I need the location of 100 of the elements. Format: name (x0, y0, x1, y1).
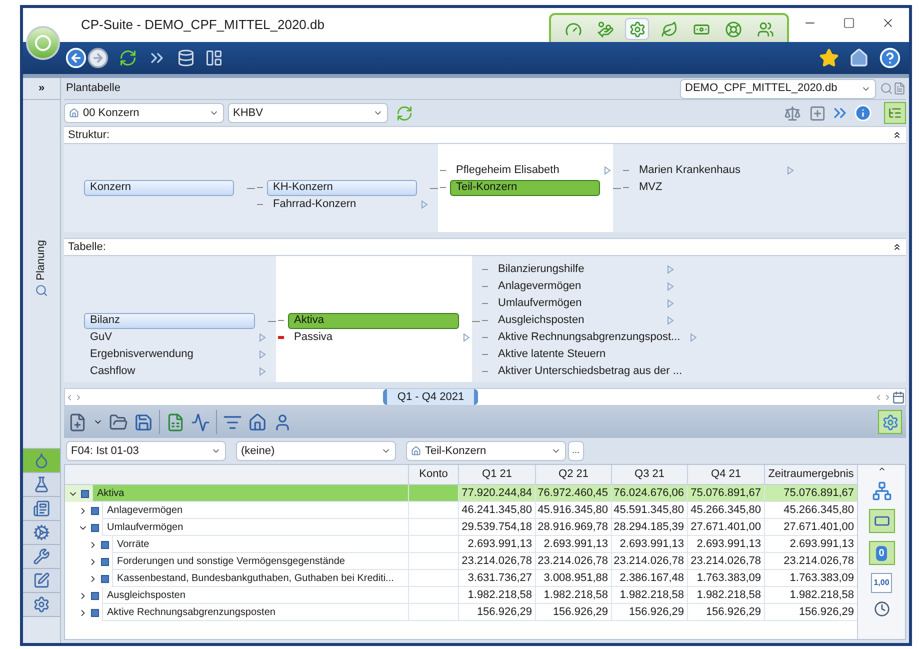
scroll-left-icon[interactable] (874, 392, 883, 402)
tree-node[interactable]: Konzern (84, 180, 234, 196)
settings-button[interactable] (878, 410, 902, 434)
refresh-icon[interactable] (119, 49, 137, 67)
column-header[interactable]: Konto (408, 465, 458, 484)
tree-node[interactable]: GuV (84, 330, 255, 346)
favorite-star-icon[interactable] (819, 48, 839, 68)
value-cell: 27.671.401,00 (687, 519, 764, 536)
plus-icon[interactable] (809, 104, 826, 122)
expand-arrow-icon[interactable] (690, 333, 698, 342)
zero-button[interactable]: 0 (868, 541, 894, 565)
maximize-icon[interactable] (843, 17, 855, 29)
gear-icon[interactable] (625, 18, 649, 40)
calendar-icon[interactable] (892, 390, 905, 404)
decimal-button[interactable]: 1,00 (870, 573, 892, 593)
tree-node[interactable]: Aktive Rechnungsabgrenzungspost... (492, 330, 686, 346)
app-orb-icon[interactable] (26, 26, 60, 60)
expand-arrow-icon[interactable] (421, 200, 428, 209)
document-icon[interactable] (893, 82, 906, 95)
newspaper-icon[interactable] (23, 497, 60, 521)
grid-row[interactable]: Umlaufvermögen 29.539.754,18 28.916.969,78 28.294.185,39 27.671.401,00 27.671.401,00 (65, 519, 857, 536)
tree-node[interactable]: Ausgleichsposten (492, 312, 663, 328)
tree-node[interactable]: Ergebnisverwendung (84, 346, 255, 362)
new-file-icon[interactable] (68, 412, 87, 432)
layout-icon[interactable] (205, 49, 223, 67)
column-header[interactable]: Q1 21 (458, 465, 535, 484)
row-square-icon (101, 574, 109, 582)
scroll-right-icon[interactable] (883, 392, 892, 402)
edit-icon[interactable] (23, 569, 60, 593)
database-dropdown[interactable]: DEMO_CPF_MITTEL_2020.db (680, 78, 876, 98)
expand-arrow-icon[interactable] (463, 333, 470, 342)
spreadsheet-icon[interactable] (166, 412, 185, 432)
search-icon[interactable] (880, 82, 893, 95)
tree-node[interactable]: Marien Krankenhaus (633, 162, 783, 178)
tree-node[interactable]: Bilanz (84, 312, 255, 328)
scroll-right-icon[interactable] (74, 392, 83, 402)
scheme-dropdown[interactable]: KHBV (228, 103, 388, 123)
grid-row[interactable]: Vorräte 2.693.991,13 2.693.991,13 2.693.991,13 2.693.991,13 2.693.991,13 (65, 536, 857, 553)
database-icon[interactable] (177, 49, 195, 67)
tree-node[interactable]: Aktive latente Steuern (492, 346, 663, 362)
tree-node[interactable]: Umlaufvermögen (492, 296, 663, 312)
tree-node[interactable]: KH-Konzern (267, 180, 417, 196)
tree-node[interactable]: Bilanzierungshilfe (492, 262, 663, 278)
back-icon[interactable] (65, 47, 87, 69)
tree-view-icon[interactable] (872, 481, 892, 501)
expand-arrow-icon[interactable] (787, 166, 794, 175)
value-cell: 23.214.026,78 (611, 553, 687, 570)
column-header[interactable]: Q3 21 (611, 465, 687, 484)
expand-sidebar-button[interactable]: » (23, 78, 60, 100)
planung-tab[interactable]: Planung (33, 240, 50, 280)
grid-row[interactable]: Kassenbestand, Bundesbankguthaben, Guthaben bei Krediti... 3.631.736,27 3.008.951,88 2.386.167,48 1.763.383,09 1.763.383,09 (65, 570, 857, 587)
comparison-dropdown[interactable]: (keine) (236, 441, 396, 461)
open-file-icon[interactable] (109, 412, 128, 432)
column-header[interactable]: Q2 21 (535, 465, 611, 484)
tree-node[interactable]: Aktiver Unterschiedsbetrag aus der ... (492, 364, 688, 380)
grid-row[interactable]: Anlagevermögen 46.241.345,80 45.916.345,80 45.591.345,80 45.266.345,80 45.266.345,80 (65, 502, 857, 519)
value-cell: 29.539.754,18 (458, 519, 535, 536)
row-label: Anlagevermögen (102, 502, 408, 519)
tree-node[interactable]: Anlagevermögen (492, 278, 663, 294)
row-view-button[interactable] (868, 509, 894, 533)
tree-node[interactable]: Pflegeheim Elisabeth (450, 162, 600, 178)
value-cell: 23.214.026,78 (687, 553, 764, 570)
info-icon[interactable] (854, 104, 872, 122)
scale-icon[interactable] (784, 104, 801, 122)
version-dropdown[interactable]: F04: Ist 01-03 (66, 441, 226, 461)
tree-node[interactable]: Passiva (288, 330, 459, 346)
tree-node[interactable]: Fahrrad-Konzern (267, 196, 417, 212)
clock-icon[interactable] (874, 601, 890, 617)
grid-row[interactable]: Aktive Rechnungsabgrenzungsposten 156.926,29 156.926,29 156.926,29 156.926,29 156.926,29 (65, 604, 857, 621)
unit-dropdown[interactable]: Teil-Konzern (406, 441, 566, 461)
row-square-icon (101, 540, 109, 548)
value-cell: 76.024.676,06 (611, 485, 687, 502)
unit-dropdown[interactable]: 00 Konzern (64, 103, 224, 123)
forward-icon[interactable] (87, 47, 109, 69)
column-header[interactable]: Q4 21 (687, 465, 764, 484)
more-button[interactable]: ... (568, 441, 584, 461)
value-cell: 156.926,29 (535, 604, 611, 621)
help-icon[interactable] (879, 47, 901, 69)
tree-node[interactable]: Cashflow (84, 364, 255, 380)
tree-node[interactable]: Teil-Konzern (450, 180, 600, 196)
row-label: Kassenbestand, Bundesbankguthaben, Guthaben bei Krediti... (112, 570, 408, 587)
collapse-icon[interactable] (892, 242, 902, 252)
expand-arrow-icon[interactable] (604, 166, 611, 175)
scroll-left-icon[interactable] (65, 392, 74, 402)
save-icon[interactable] (134, 412, 153, 432)
grid-row[interactable]: Forderungen und sonstige Vermögensgegenstände 23.214.026,78 23.214.026,78 23.214.026,78 23.214.026,78 23.214.026,78 (65, 553, 857, 570)
cog-icon[interactable] (23, 521, 60, 545)
scroll-up-icon[interactable] (878, 465, 886, 473)
person-icon[interactable] (273, 412, 292, 432)
grid-row[interactable]: Ausgleichsposten 1.982.218,58 1.982.218,58 1.982.218,58 1.982.218,58 1.982.218,58 (65, 587, 857, 604)
tree-layout-button[interactable] (884, 102, 906, 124)
tools-icon[interactable] (23, 545, 60, 569)
grid-row[interactable]: Aktiva 77.920.244,84 76.972.460,45 76.024.676,06 75.076.891,67 75.076.891,67 (65, 485, 857, 502)
tree-node[interactable]: MVZ (633, 180, 783, 196)
flask-icon[interactable] (23, 473, 60, 497)
gear-icon[interactable] (23, 593, 60, 617)
chart-line-icon[interactable] (191, 412, 210, 432)
tree-node[interactable]: Aktiva (288, 312, 459, 328)
home-icon[interactable] (248, 412, 267, 432)
collapse-icon[interactable] (892, 130, 902, 140)
